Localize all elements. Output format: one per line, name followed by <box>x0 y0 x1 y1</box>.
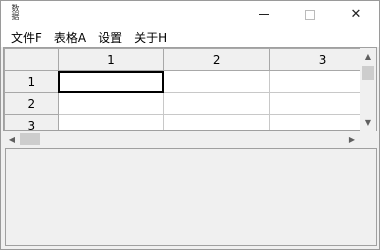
grid-row: 1 <box>4 70 376 93</box>
column-header[interactable]: 2 <box>163 48 271 71</box>
title-bar[interactable]: 数据 ✕ <box>1 1 379 28</box>
row-header[interactable]: 1 <box>4 70 59 93</box>
menu-bar: 文件F 表格A 设置 关于H <box>1 28 379 47</box>
scrollbar-corner <box>360 131 376 147</box>
grid-table: 1 2 3 1 2 3 <box>4 48 376 130</box>
scroll-left-icon[interactable]: ◀ <box>4 131 20 147</box>
grid-cell[interactable] <box>57 114 165 130</box>
grid-row: 3 <box>4 114 376 130</box>
grid-corner[interactable] <box>4 48 59 71</box>
grid-row: 2 <box>4 92 376 115</box>
app-window: 数据 ✕ 文件F 表格A 设置 关于H 1 2 3 1 2 3 ▲ ▼ ◀ ▶ <box>0 0 380 250</box>
grid-header-row: 1 2 3 <box>4 48 376 71</box>
vertical-scrollbar[interactable]: ▲ ▼ <box>360 48 376 132</box>
minimize-icon <box>259 14 269 15</box>
row-header[interactable]: 2 <box>4 92 59 115</box>
column-header[interactable]: 1 <box>57 48 165 71</box>
grid-cell[interactable] <box>163 92 271 115</box>
grid-cell[interactable] <box>163 114 271 130</box>
vertical-scroll-thumb[interactable] <box>362 66 374 80</box>
close-icon: ✕ <box>350 7 362 22</box>
menu-file[interactable]: 文件F <box>5 29 48 47</box>
row-header[interactable]: 3 <box>4 114 59 130</box>
app-icon: 数据 <box>7 5 23 23</box>
data-grid[interactable]: 1 2 3 1 2 3 <box>3 47 377 131</box>
menu-settings[interactable]: 设置 <box>92 29 128 47</box>
grid-cell[interactable] <box>163 70 271 93</box>
menu-table[interactable]: 表格A <box>48 29 92 47</box>
menu-about[interactable]: 关于H <box>128 29 173 47</box>
horizontal-scroll-thumb[interactable] <box>20 133 40 145</box>
horizontal-scrollbar[interactable]: ◀ ▶ <box>4 131 360 147</box>
minimize-button[interactable] <box>241 1 287 28</box>
scroll-down-icon[interactable]: ▼ <box>360 114 376 130</box>
maximize-icon <box>305 9 315 20</box>
scroll-right-icon[interactable]: ▶ <box>344 131 360 147</box>
grid-cell-selected[interactable] <box>57 70 165 93</box>
close-button[interactable]: ✕ <box>333 1 379 28</box>
grid-cell[interactable] <box>57 92 165 115</box>
app-icon-glyph: 数据 <box>11 4 20 21</box>
output-panel[interactable] <box>5 148 377 246</box>
scroll-up-icon[interactable]: ▲ <box>360 48 376 64</box>
maximize-button[interactable] <box>287 1 333 28</box>
